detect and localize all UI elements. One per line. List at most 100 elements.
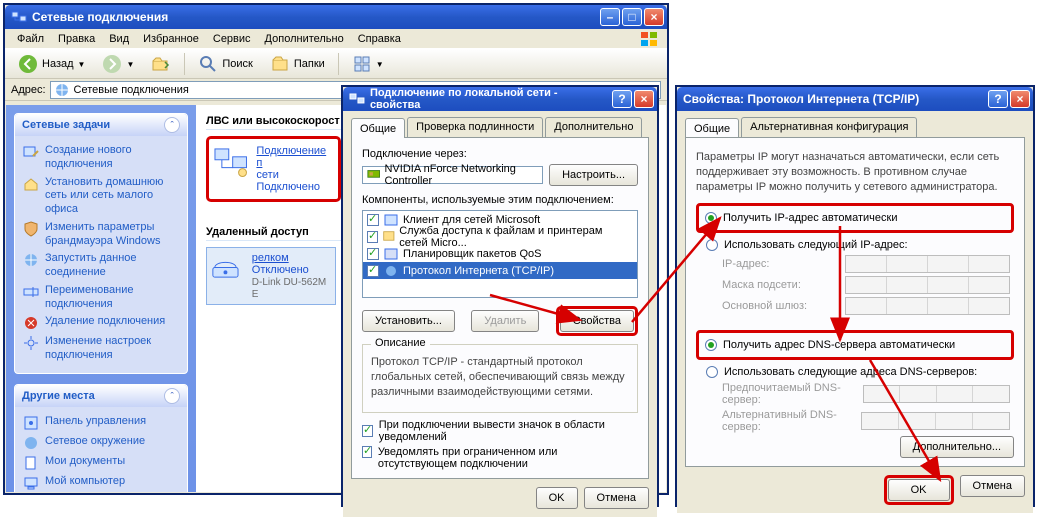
up-button[interactable] — [144, 52, 178, 76]
minimize-button[interactable]: – — [600, 8, 620, 26]
titlebar[interactable]: Подключение по локальной сети - свойства… — [343, 87, 657, 111]
chevron-down-icon: ▼ — [376, 60, 384, 69]
menu-favorites[interactable]: Избранное — [137, 32, 205, 46]
maximize-button[interactable]: □ — [622, 8, 642, 26]
place-network[interactable]: Сетевое окружение — [23, 433, 179, 453]
sidebar-header-label: Другие места — [22, 390, 95, 402]
help-button[interactable]: ? — [988, 90, 1008, 108]
checkbox-tray[interactable] — [362, 425, 373, 437]
forward-button[interactable]: ▼ — [95, 52, 141, 76]
chevron-down-icon: ▼ — [126, 60, 134, 69]
radio-ip-manual[interactable] — [706, 239, 718, 251]
sidebar-header-tasks[interactable]: Сетевые задачи ˆ — [15, 114, 187, 136]
ok-button[interactable]: OK — [536, 487, 578, 509]
checkbox-notify[interactable] — [362, 446, 372, 458]
checkbox-tray-label: При подключении вывести значок в области… — [379, 419, 638, 443]
sidebar-panel-tasks: Сетевые задачи ˆ Создание нового подключ… — [14, 113, 188, 374]
advanced-button[interactable]: Дополнительно... — [900, 436, 1014, 458]
back-icon — [18, 54, 38, 74]
views-button[interactable]: ▼ — [345, 52, 391, 76]
client-icon — [383, 213, 399, 227]
checkbox[interactable] — [367, 248, 379, 260]
menu-edit[interactable]: Правка — [52, 32, 101, 46]
place-documents[interactable]: Мои документы — [23, 453, 179, 473]
connection-lan[interactable]: Подключение п сети Подключено — [211, 141, 336, 197]
folders-button[interactable]: Папки — [263, 52, 332, 76]
search-icon — [198, 54, 218, 74]
description-legend: Описание — [371, 337, 430, 349]
titlebar[interactable]: Свойства: Протокол Интернета (TCP/IP) ? … — [677, 87, 1033, 111]
task-new-connection[interactable]: Создание нового подключения — [23, 142, 179, 174]
cancel-button[interactable]: Отмена — [960, 475, 1025, 497]
help-button[interactable]: ? — [612, 90, 632, 108]
computer-icon — [23, 475, 39, 491]
folder-up-icon — [151, 54, 171, 74]
sidebar-header-label: Сетевые задачи — [22, 119, 110, 131]
connection-lan-line2[interactable]: сети — [256, 169, 278, 181]
tab-alt-config[interactable]: Альтернативная конфигурация — [741, 117, 917, 137]
sidebar-header-places[interactable]: Другие места ˆ — [15, 385, 187, 407]
gear-icon — [23, 335, 39, 351]
radio-dns-manual[interactable] — [706, 366, 718, 378]
connection-lan-name[interactable]: Подключение п — [256, 145, 326, 169]
task-firewall[interactable]: Изменить параметры брандмауэра Windows — [23, 219, 179, 251]
menu-view[interactable]: Вид — [103, 32, 135, 46]
sidebar: Сетевые задачи ˆ Создание нового подключ… — [6, 105, 196, 492]
network-icon — [23, 435, 39, 451]
connection-lan-status[interactable]: Подключено — [256, 181, 320, 193]
connection-dialup[interactable]: релком Отключено D-Link DU-562M E — [206, 247, 336, 305]
radio-dns-auto[interactable] — [705, 339, 717, 351]
toolbar: Назад ▼ ▼ Поиск Папки ▼ — [5, 49, 667, 79]
highlight-ip-auto: Получить IP-адрес автоматически — [696, 203, 1014, 233]
gateway-field — [845, 297, 1010, 315]
menu-file[interactable]: Файл — [11, 32, 50, 46]
close-button[interactable]: × — [1010, 90, 1030, 108]
component-row-selected[interactable]: Протокол Интернета (TCP/IP) — [363, 262, 637, 279]
description-group: Описание Протокол TCP/IP - стандартный п… — [362, 344, 638, 413]
service-icon — [382, 230, 396, 244]
tab-auth[interactable]: Проверка подлинности — [407, 117, 543, 137]
properties-button[interactable]: Свойства — [560, 310, 634, 332]
connection-dial-name[interactable]: релком — [252, 252, 289, 264]
checkbox[interactable] — [367, 231, 378, 243]
adapter-field[interactable]: NVIDIA nForce Networking Controller — [362, 166, 543, 184]
titlebar[interactable]: Сетевые подключения – □ × — [5, 5, 667, 29]
shield-icon — [23, 221, 39, 237]
cancel-button[interactable]: Отмена — [584, 487, 649, 509]
folders-icon — [270, 54, 290, 74]
uninstall-button[interactable]: Удалить — [471, 310, 539, 332]
search-button[interactable]: Поиск — [191, 52, 259, 76]
menu-advanced[interactable]: Дополнительно — [259, 32, 350, 46]
back-button[interactable]: Назад ▼ — [11, 52, 92, 76]
place-control-panel[interactable]: Панель управления — [23, 413, 179, 433]
task-home-network[interactable]: Установить домашнюю сеть или сеть малого… — [23, 174, 179, 219]
connection-dial-status[interactable]: Отключено — [252, 264, 309, 276]
control-panel-icon — [23, 415, 39, 431]
place-computer[interactable]: Мой компьютер — [23, 473, 179, 492]
close-button[interactable]: × — [634, 90, 654, 108]
task-rename[interactable]: Переименование подключения — [23, 282, 179, 314]
checkbox[interactable] — [367, 214, 379, 226]
checkbox[interactable] — [367, 265, 379, 277]
forward-icon — [102, 54, 122, 74]
task-delete[interactable]: Удаление подключения — [23, 313, 179, 333]
ok-button[interactable]: OK — [888, 479, 950, 501]
components-list[interactable]: Клиент для сетей Microsoft Служба доступ… — [362, 210, 638, 298]
install-button[interactable]: Установить... — [362, 310, 455, 332]
tab-general[interactable]: Общие — [351, 118, 405, 138]
component-row[interactable]: Служба доступа к файлам и принтерам сете… — [363, 228, 637, 245]
close-button[interactable]: × — [644, 8, 664, 26]
radio-ip-auto[interactable] — [705, 212, 717, 224]
window-title: Подключение по локальной сети - свойства — [370, 87, 610, 111]
menu-help[interactable]: Справка — [352, 32, 407, 46]
menu-tools[interactable]: Сервис — [207, 32, 257, 46]
tab-general[interactable]: Общие — [685, 118, 739, 138]
task-settings[interactable]: Изменение настроек подключения — [23, 333, 179, 365]
configure-button[interactable]: Настроить... — [549, 164, 638, 186]
back-label: Назад — [42, 58, 74, 70]
task-start-connection[interactable]: Запустить данное соединение — [23, 250, 179, 282]
description-text: Протокол TCP/IP - стандартный протокол г… — [371, 353, 629, 404]
tab-advanced[interactable]: Дополнительно — [545, 117, 642, 137]
network-icon — [54, 82, 70, 98]
ip-blurb: Параметры IP могут назначаться автоматич… — [696, 148, 1014, 199]
